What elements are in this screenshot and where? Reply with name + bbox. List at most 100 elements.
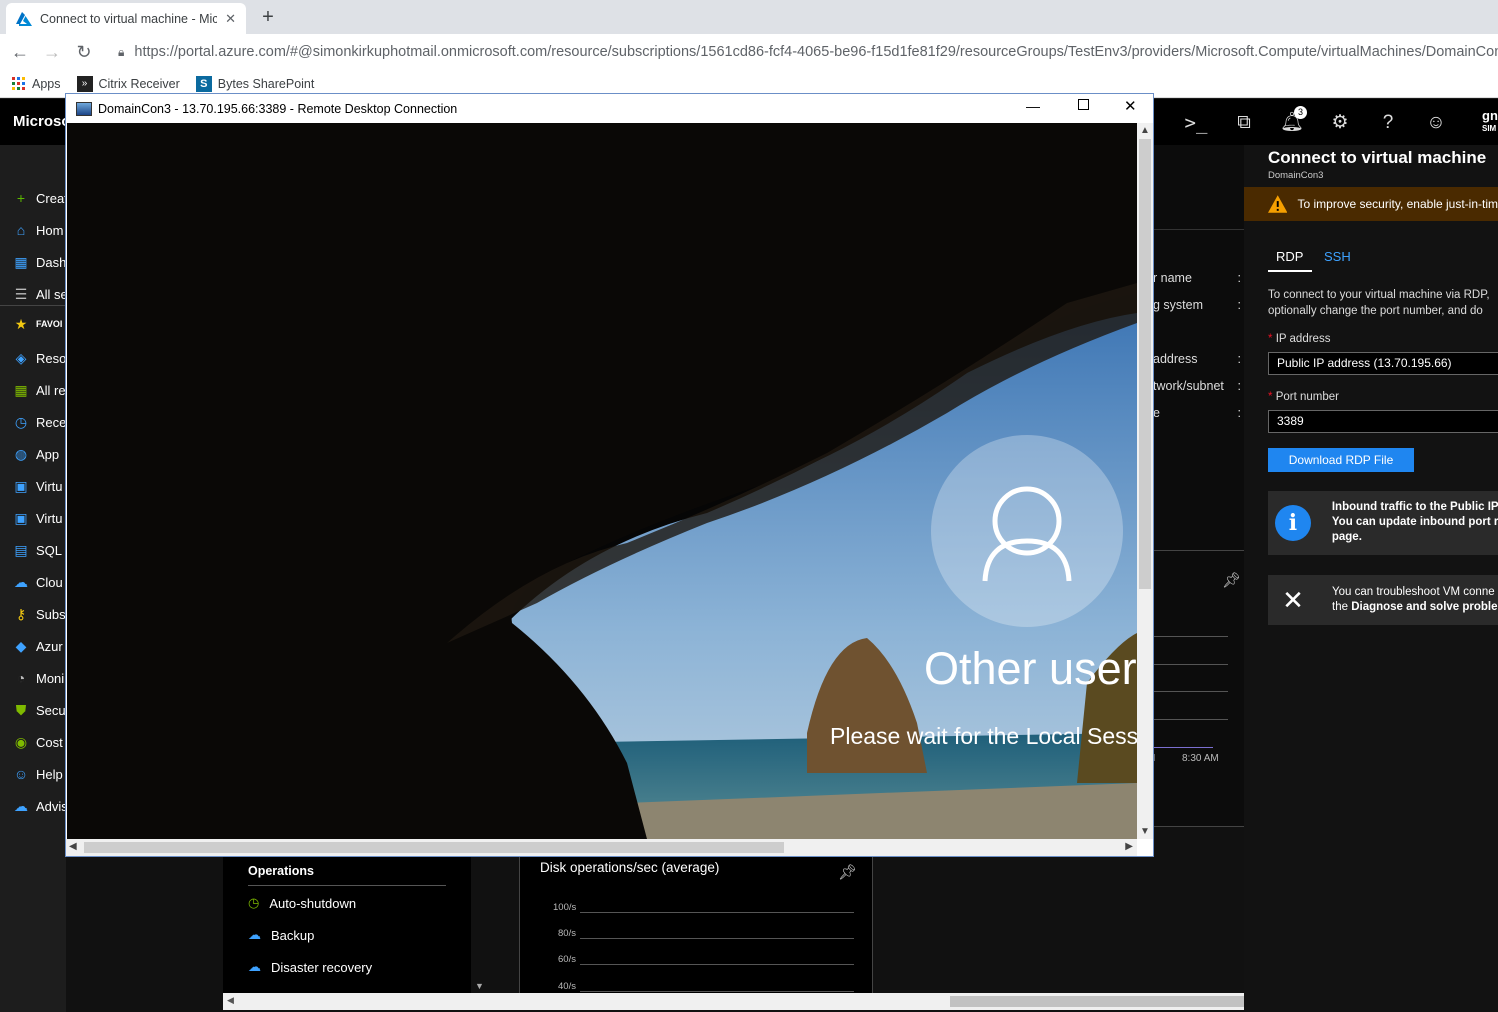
center-horizontal-scrollbar[interactable]: ◀: [223, 993, 1244, 1010]
new-tab-button[interactable]: +: [256, 5, 280, 29]
property-label: e: [1153, 406, 1160, 420]
tab-ssh[interactable]: SSH: [1324, 249, 1351, 264]
forward-icon[interactable]: →: [40, 40, 64, 64]
close-icon[interactable]: ✕: [1124, 97, 1137, 115]
menu-item-auto-shutdown[interactable]: ◷ Auto-shutdown: [248, 895, 356, 911]
sidebar-item[interactable]: ◆ Azur: [12, 635, 63, 657]
help-icon[interactable]: ?: [1376, 111, 1400, 135]
person-icon: ☺: [13, 766, 29, 782]
reload-icon[interactable]: ↻: [72, 40, 96, 64]
key-icon: ⚷: [15, 606, 27, 622]
menu-item-label: Auto-shutdown: [269, 895, 357, 911]
operations-heading: Operations: [248, 864, 314, 878]
remote-lock-screen[interactable]: Other user Please wait for the Local Ses…: [67, 123, 1137, 839]
port-number-input[interactable]: 3389: [1268, 410, 1498, 433]
sidebar-item[interactable]: + Creat: [12, 187, 68, 209]
port-number-label: * Port number: [1268, 391, 1339, 403]
notification-badge: 3: [1294, 106, 1307, 119]
notifications-icon[interactable]: 🔔︎ 3: [1280, 106, 1307, 135]
info-inbound-traffic: i Inbound traffic to the Public IP a You…: [1268, 491, 1498, 555]
menu-item-disaster-recovery[interactable]: ☁ Disaster recovery: [248, 959, 372, 975]
browser-tab[interactable]: Connect to virtual machine - Mic ✕: [6, 3, 246, 34]
browser-toolbar: ← → ↻ 🔒︎ https://portal.azure.com/#@simo…: [0, 34, 1498, 70]
sidebar-item[interactable]: ☰ All se: [12, 283, 68, 305]
sidebar-item[interactable]: ▤ SQL c: [12, 539, 71, 561]
sidebar-item-label: Moni: [36, 670, 65, 686]
close-tab-icon[interactable]: ✕: [225, 11, 236, 27]
download-rdp-button[interactable]: Download RDP File: [1268, 448, 1414, 472]
feedback-smiley-icon[interactable]: ☺: [1424, 111, 1448, 135]
diamond-icon: ◆: [15, 638, 27, 654]
operations-menu: Operations ◷ Auto-shutdown ☁ Backup ☁ Disas…: [223, 857, 488, 993]
remote-desktop-window: DomainCon3 - 13.70.195.66:3389 - Remote …: [65, 93, 1154, 857]
sidebar-item-label: Reso: [36, 350, 67, 366]
shield-icon: ⛊: [15, 702, 27, 718]
operations-scrollbar[interactable]: ▼: [471, 857, 488, 993]
settings-gear-icon[interactable]: ⚙: [1328, 111, 1352, 135]
user-account[interactable]: gn SIM: [1482, 109, 1498, 135]
dashboard-icon: ▦: [14, 254, 28, 270]
sql-icon: ▤: [14, 542, 28, 558]
ip-address-label: * IP address: [1268, 333, 1330, 345]
diagnose-link[interactable]: Diagnose and solve proble: [1351, 601, 1497, 613]
troubleshoot-text: the: [1332, 601, 1352, 613]
sidebar-item[interactable]: ▣ Virtu: [12, 507, 62, 529]
rdp-description: To connect to your virtual machine via R…: [1268, 287, 1490, 319]
ip-address-select[interactable]: Public IP address (13.70.195.66): [1268, 352, 1498, 375]
sidebar-item[interactable]: ⛊ Secu: [12, 699, 66, 721]
directory-filter-icon[interactable]: ⧉: [1232, 111, 1256, 135]
browser-tab-bar: Connect to virtual machine - Mic ✕ +: [0, 0, 1498, 34]
cloud-icon: ☁: [248, 959, 261, 974]
rdp-title-bar[interactable]: DomainCon3 - 13.70.195.66:3389 - Remote …: [66, 94, 1153, 123]
menu-item-label: Disaster recovery: [271, 959, 373, 975]
disk-ops-chart: Disk operations/sec (average) 📌︎ 100/s 8…: [519, 857, 873, 993]
sidebar-item-label: App: [36, 446, 60, 462]
minimize-icon[interactable]: —: [1026, 98, 1040, 114]
azure-logo-icon: [16, 11, 32, 26]
rdp-horizontal-scrollbar[interactable]: ◀ ▶: [66, 839, 1137, 856]
pin-icon[interactable]: 📌︎: [838, 863, 857, 881]
cloud-shell-icon[interactable]: >_: [1184, 111, 1208, 135]
back-icon[interactable]: ←: [8, 40, 32, 64]
description-line: optionally change the port number, and d…: [1268, 305, 1483, 317]
sidebar-item[interactable]: ⌂ Hom: [12, 219, 64, 241]
sidebar-item[interactable]: ▦ Dash: [12, 251, 66, 273]
monitor-icon: ▣: [14, 510, 28, 526]
pin-icon[interactable]: 📌︎: [1222, 571, 1241, 589]
bookmark-apps[interactable]: Apps: [12, 76, 61, 91]
sidebar-item[interactable]: ▣ Virtu: [12, 475, 62, 497]
sidebar-item[interactable]: ◷ Rece: [12, 411, 66, 433]
session-status: Please wait for the Local Sessi: [830, 723, 1137, 749]
bookmark-sharepoint[interactable]: S Bytes SharePoint: [195, 75, 314, 92]
sidebar-item[interactable]: ★ FAVOI: [12, 313, 63, 335]
chart-title: Disk operations/sec (average): [540, 860, 720, 875]
sidebar-item[interactable]: ⚷ Subs: [12, 603, 66, 625]
gauge-icon: ◔: [16, 670, 26, 686]
sidebar-item[interactable]: ◈ Reso: [12, 347, 67, 369]
address-bar[interactable]: 🔒︎ https://portal.azure.com/#@simonkirku…: [110, 38, 1498, 66]
jit-warning-banner[interactable]: To improve security, enable just-in-tim: [1244, 187, 1498, 221]
maximize-icon[interactable]: [1078, 99, 1089, 110]
clock-icon: ◷: [14, 414, 28, 430]
info-text: page.: [1331, 531, 1362, 543]
url-text: https://portal.azure.com/#@simonkirkupho…: [134, 44, 1498, 60]
sidebar-item-label: Hom: [36, 222, 64, 238]
rdp-vertical-scrollbar[interactable]: ▲ ▼: [1137, 123, 1153, 839]
azure-brand[interactable]: Microso: [13, 113, 71, 130]
warning-text: To improve security, enable just-in-tim: [1297, 197, 1498, 211]
info-text: Inbound traffic to the Public IP a: [1331, 501, 1498, 513]
sidebar-item[interactable]: ◍ App: [12, 443, 59, 465]
menu-item-backup[interactable]: ☁ Backup: [248, 927, 314, 943]
sidebar-item[interactable]: ☁ Clou: [12, 571, 63, 593]
star-icon: ★: [14, 316, 28, 332]
bookmark-citrix[interactable]: » Citrix Receiver: [76, 75, 180, 92]
sidebar-item-label: Secu: [36, 702, 66, 718]
sidebar-item[interactable]: ☺ Help: [12, 763, 63, 785]
tab-rdp[interactable]: RDP: [1268, 249, 1312, 272]
description-line: To connect to your virtual machine via R…: [1268, 289, 1490, 301]
sidebar-item[interactable]: ☁ Advis: [12, 795, 68, 817]
sidebar-item[interactable]: ◉ Cost: [12, 731, 63, 753]
sidebar-item-label: All re: [36, 382, 66, 398]
sidebar-item[interactable]: ◔ Moni: [12, 667, 64, 689]
sidebar-item[interactable]: ▦ All re: [12, 379, 66, 401]
